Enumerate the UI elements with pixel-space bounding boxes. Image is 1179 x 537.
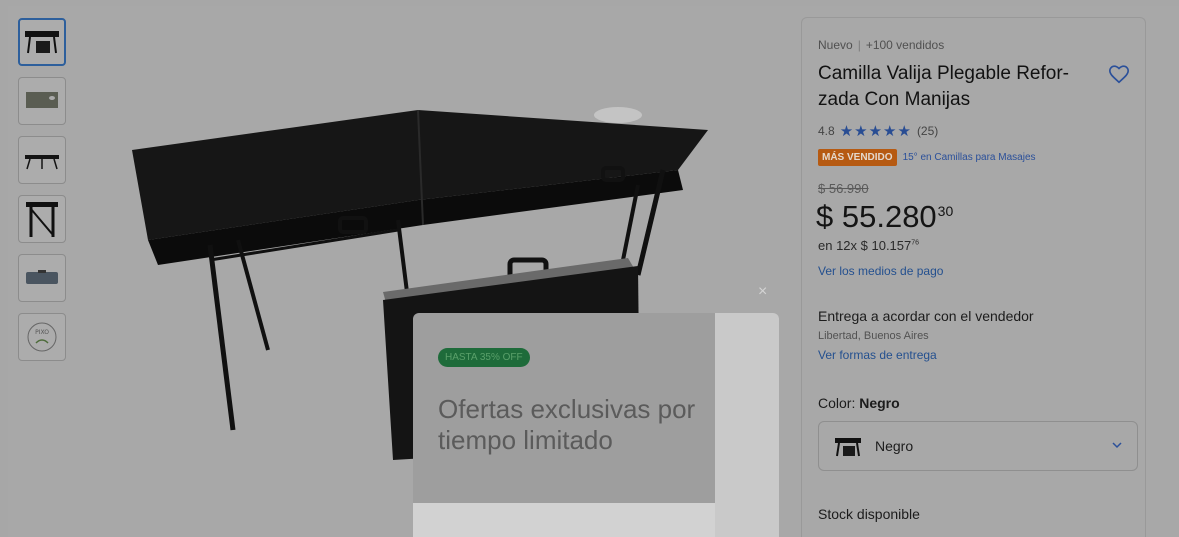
selected-color: Negro — [875, 438, 914, 454]
color-label: Color: Negro — [818, 395, 900, 411]
color-label-value: Negro — [859, 395, 900, 411]
thumbnail-2[interactable] — [18, 77, 66, 125]
price-main: $ 55.280 — [816, 199, 937, 234]
original-price: $ 56.990 — [818, 181, 869, 196]
star-icons: ★★★★★ — [839, 123, 912, 140]
current-price: $ 55.28030 — [816, 199, 953, 235]
promo-bottom-strip — [413, 503, 715, 537]
category-rank-link[interactable]: 15° en Camillas para Masajes — [903, 152, 1036, 163]
chevron-down-icon — [1112, 442, 1122, 449]
table-leg — [236, 239, 270, 351]
thumbnail-5[interactable] — [18, 254, 66, 302]
product-title: Camilla Valija Plegable Refor- zada Con … — [818, 63, 1069, 110]
thumbnail-3[interactable] — [18, 136, 66, 184]
thumbnail-1[interactable] — [18, 18, 66, 66]
thumbnail-list: PIXO — [18, 18, 68, 372]
bestseller-badge: MÁS VENDIDO — [818, 149, 897, 166]
delivery-options-link[interactable]: Ver formas de entrega — [818, 348, 937, 362]
table-top-thumb-icon — [26, 92, 58, 108]
payment-methods-link[interactable]: Ver los medios de pago — [818, 264, 943, 278]
svg-text:PIXO: PIXO — [35, 329, 49, 336]
installments: en 12x $ 10.15776 — [818, 238, 919, 253]
condition-line: Nuevo | +100 vendidos — [818, 38, 944, 52]
installments-cents: 76 — [911, 239, 920, 247]
installments-text: en 12x $ 10.157 — [818, 238, 912, 253]
rating-value: 4.8 — [818, 124, 835, 138]
color-label-text: Color: — [818, 395, 860, 411]
price-cents: 30 — [937, 203, 954, 219]
close-icon[interactable]: × — [758, 283, 767, 301]
face-hole — [594, 107, 642, 123]
promo-headline: Ofertas exclusivas por tiempo limitado — [438, 394, 696, 455]
table-side-thumb-icon — [25, 155, 59, 170]
color-swatch-icon — [835, 438, 861, 457]
thumbnail-4[interactable] — [18, 195, 66, 243]
seller-location: Libertad, Buenos Aires — [818, 330, 929, 342]
stock-status: Stock disponible — [818, 506, 920, 522]
case-thumb-icon — [26, 270, 58, 284]
separator: | — [857, 38, 861, 52]
color-select[interactable]: Negro — [818, 421, 1138, 471]
table-end-thumb-icon — [26, 202, 58, 237]
massage-table-thumb-icon — [25, 31, 59, 54]
bestseller-row: MÁS VENDIDO 15° en Camillas para Masajes — [818, 149, 1036, 166]
thumbnail-6[interactable]: PIXO — [18, 313, 66, 361]
heart-icon[interactable] — [1108, 63, 1130, 85]
logo-thumb-icon: PIXO — [27, 322, 57, 352]
delivery-info: Entrega a acordar con el vendedor — [818, 308, 1034, 324]
condition-label: Nuevo — [818, 38, 853, 52]
review-count: (25) — [916, 124, 939, 138]
promo-discount-badge: HASTA 35% OFF — [438, 348, 530, 367]
table-leg — [396, 219, 410, 301]
table-leg — [207, 244, 236, 431]
product-info-panel: Nuevo | +100 vendidos Camilla Valija Plega… — [801, 17, 1146, 537]
rating-row[interactable]: 4.8 ★★★★★ (25) — [818, 122, 938, 140]
sold-count: +100 vendidos — [865, 38, 945, 52]
